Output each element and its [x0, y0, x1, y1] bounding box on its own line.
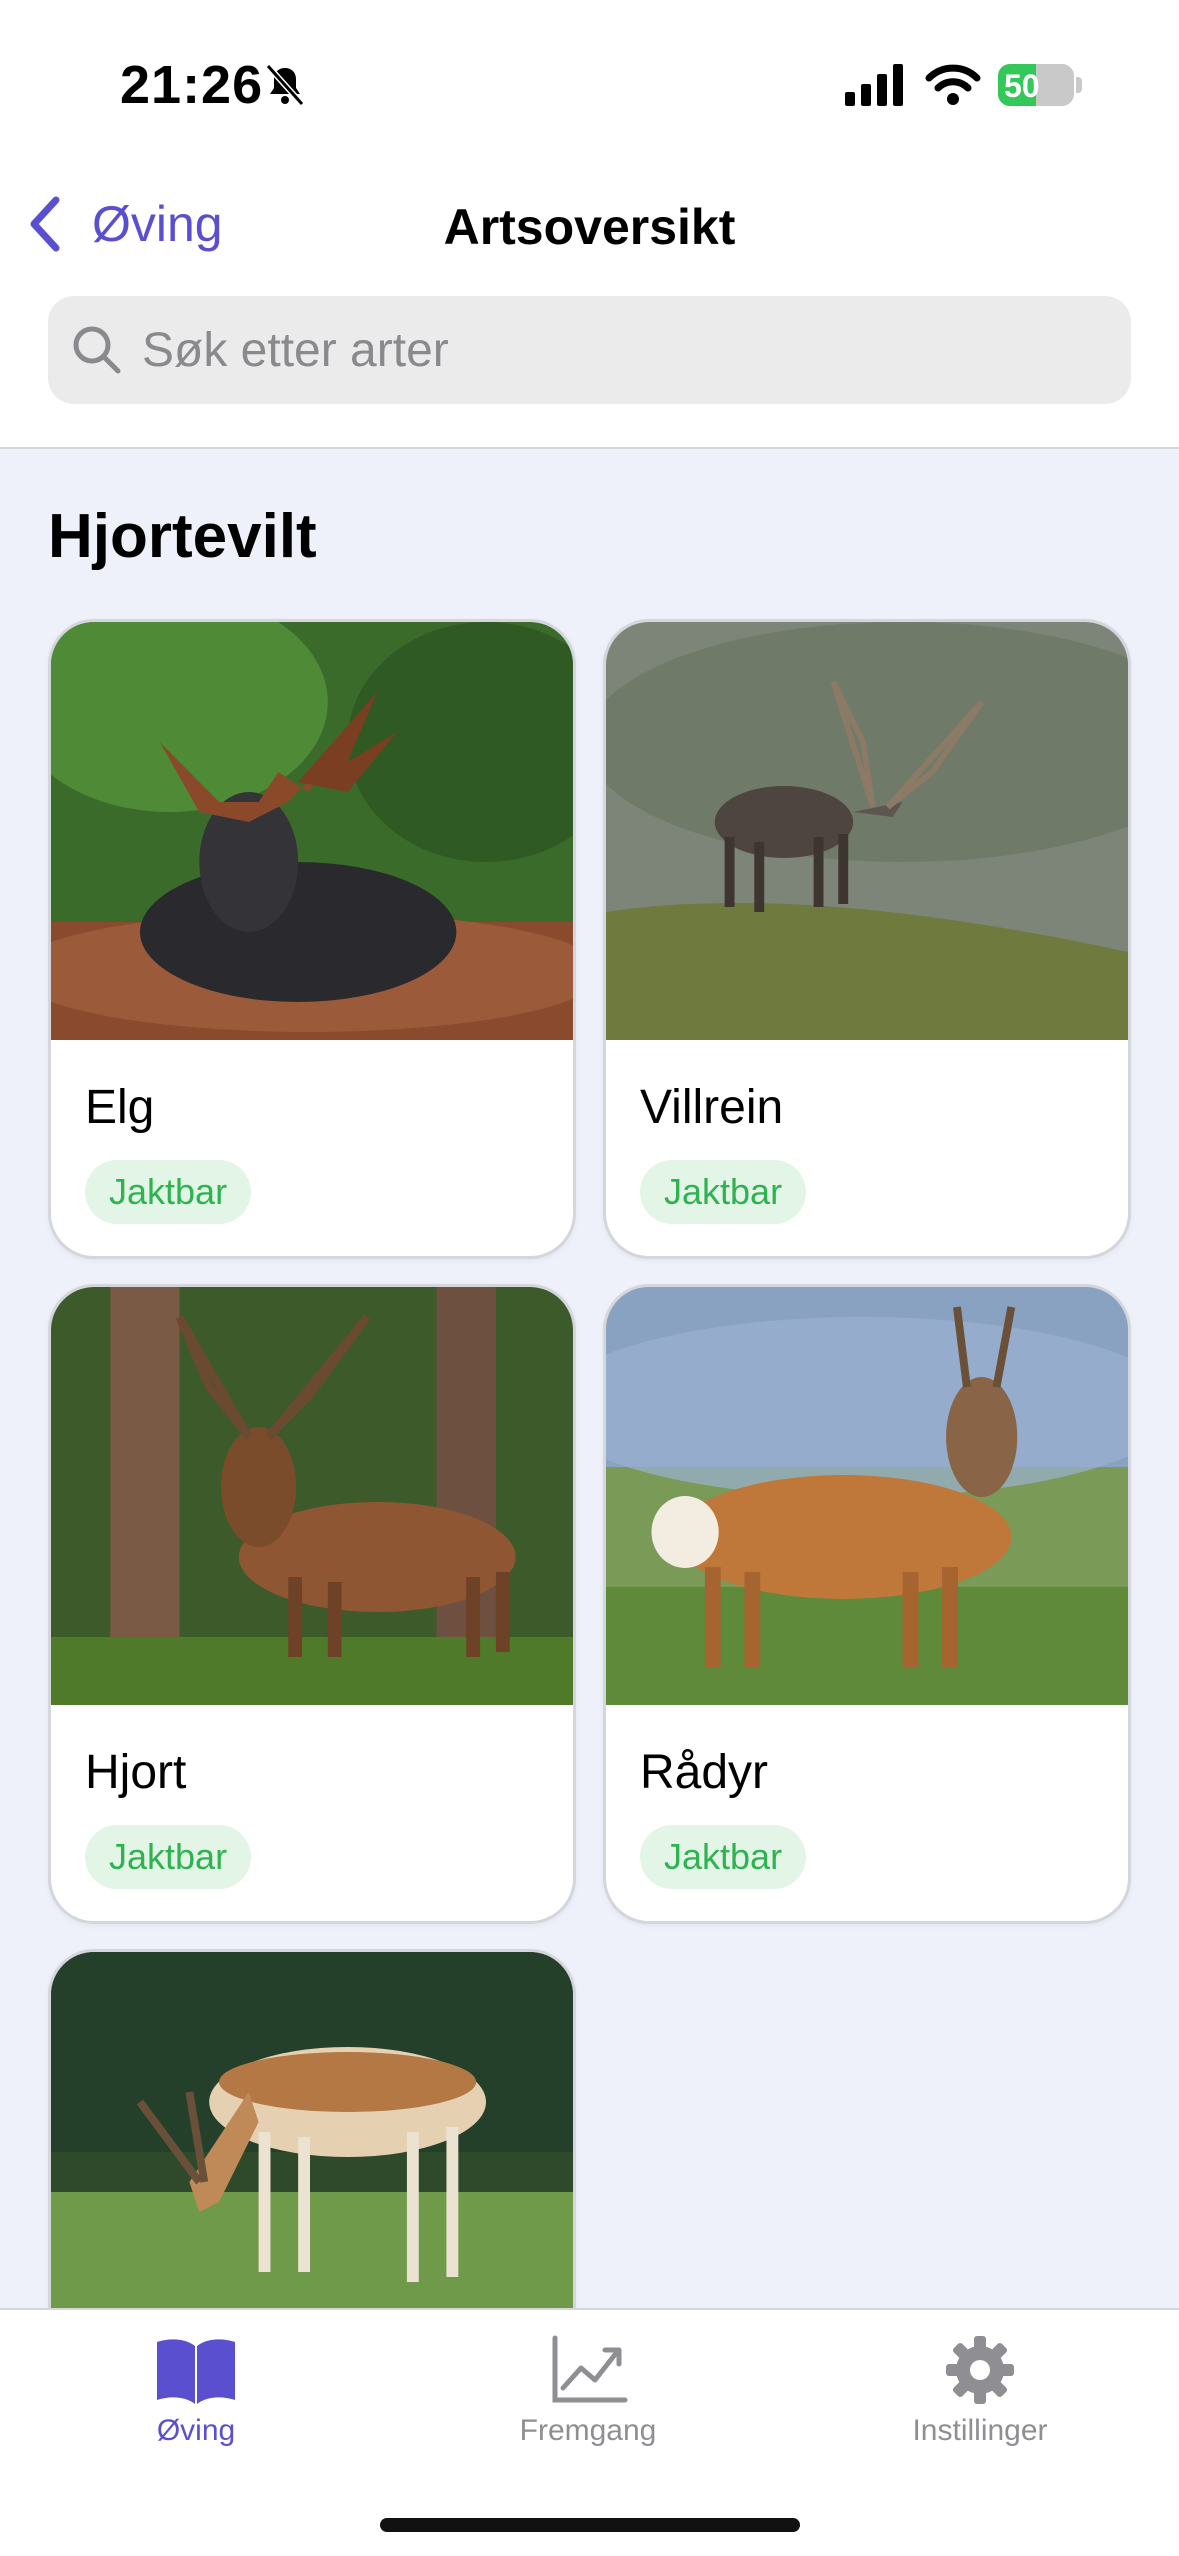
species-name: Rådyr — [640, 1746, 769, 1799]
species-image — [606, 622, 1128, 1040]
species-card-elg[interactable]: Elg Jaktbar — [48, 619, 576, 1259]
tab-label: Øving — [156, 2414, 236, 2447]
section-title: Hjortevilt — [48, 502, 317, 571]
battery-indicator: 50 — [998, 64, 1082, 106]
page-title: Artsoversikt — [443, 199, 736, 255]
species-card-villrein[interactable]: Villrein Jaktbar — [603, 619, 1131, 1259]
bell-slash-icon — [265, 63, 305, 107]
species-name: Villrein — [640, 1081, 784, 1134]
navigation-bar: Øving Artsoversikt — [0, 180, 1179, 270]
status-time: 21:26 — [120, 55, 264, 115]
home-indicator — [380, 2518, 800, 2532]
chart-icon — [552, 2335, 628, 2403]
book-icon — [157, 2339, 235, 2404]
species-image — [51, 1287, 573, 1705]
species-image — [51, 1952, 573, 2308]
tab-oving[interactable]: Øving — [66, 2326, 326, 2448]
species-list[interactable]: Hjortevilt Elg Jaktbar Villrein Jaktbar … — [0, 449, 1179, 2308]
tab-label: Instillinger — [912, 2414, 1048, 2447]
status-badge: Jaktbar — [640, 1825, 807, 1889]
tab-fremgang[interactable]: Fremgang — [458, 2326, 718, 2448]
species-image — [606, 1287, 1128, 1705]
gear-icon — [946, 2336, 1014, 2404]
status-badge: Jaktbar — [85, 1825, 252, 1889]
species-card-hjort[interactable]: Hjort Jaktbar — [48, 1284, 576, 1924]
tab-instillinger[interactable]: Instillinger — [850, 2326, 1110, 2448]
search-icon — [73, 326, 121, 374]
species-name: Hjort — [85, 1746, 187, 1799]
signal-icon — [845, 64, 903, 106]
tab-label: Fremgang — [519, 2414, 657, 2447]
battery-percent: 50 — [1004, 68, 1040, 104]
wifi-icon — [925, 64, 981, 105]
species-name: Elg — [85, 1081, 155, 1134]
status-bar: 21:26 50 — [0, 0, 1179, 160]
search-bar[interactable] — [48, 296, 1131, 404]
status-badge: Jaktbar — [85, 1160, 252, 1224]
status-badge: Jaktbar — [640, 1160, 807, 1224]
search-input[interactable] — [142, 322, 1042, 378]
species-card-5[interactable] — [48, 1949, 576, 2308]
species-image — [51, 622, 573, 1040]
species-card-radyr[interactable]: Rådyr Jaktbar — [603, 1284, 1131, 1924]
